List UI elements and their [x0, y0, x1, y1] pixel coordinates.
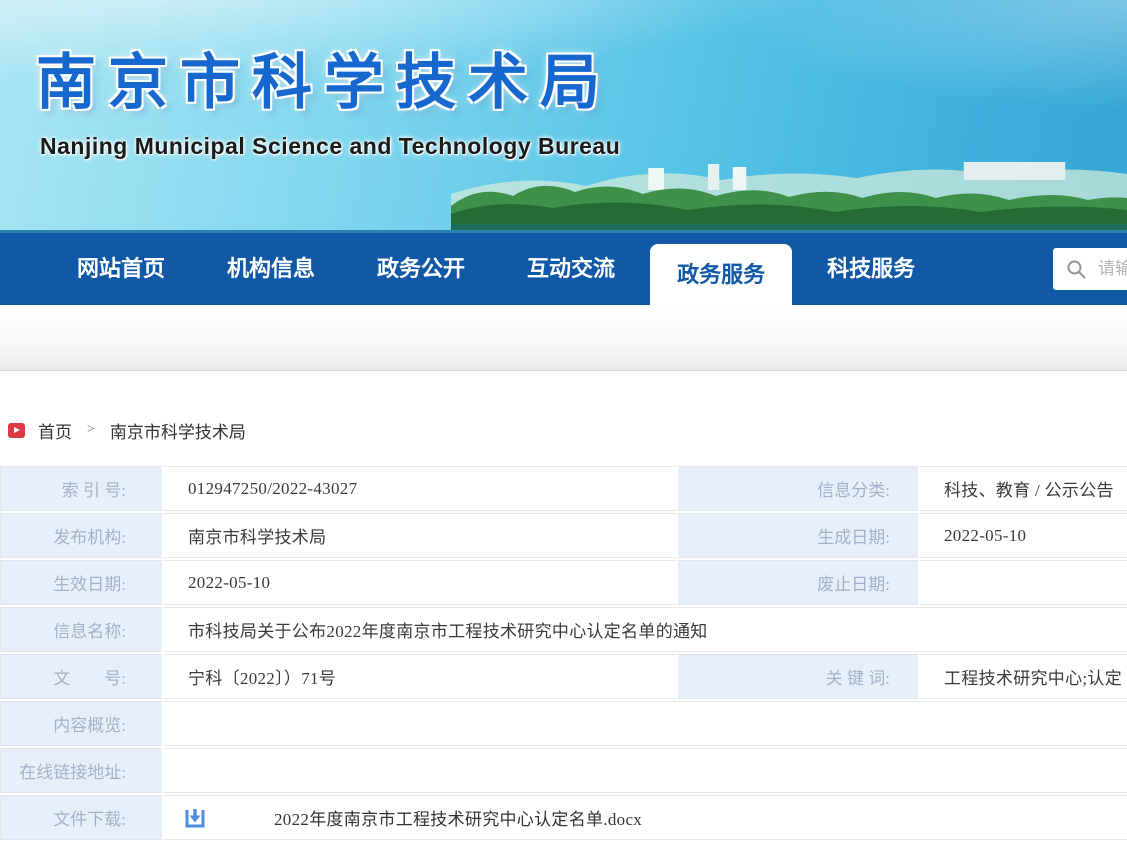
keywords-label: 关 键 词: — [678, 654, 918, 699]
publisher-value: 南京市科学技术局 — [164, 513, 676, 558]
table-row: 索 引 号: 012947250/2022-43027 信息分类: 科技、教育 … — [0, 466, 1127, 511]
nav-tab-tech-service[interactable]: 科技服务 — [800, 233, 942, 305]
main-nav: 网站首页 机构信息 政务公开 互动交流 政务服务 科技服务 — [0, 233, 1127, 305]
nav-tab-org-info[interactable]: 机构信息 — [200, 233, 342, 305]
index-no-label: 索 引 号: — [0, 466, 162, 511]
effective-value: 2022-05-10 — [164, 560, 676, 605]
doc-no-value: 宁科〔2022〕）71号 — [164, 654, 676, 699]
breadcrumb-icon — [8, 423, 25, 438]
table-row: 内容概览: — [0, 701, 1127, 746]
abolished-label: 废止日期: — [678, 560, 918, 605]
table-row: 文 号: 宁科〔2022〕）71号 关 键 词: 工程技术研究中心;认定 — [0, 654, 1127, 699]
table-row: 生效日期: 2022-05-10 废止日期: — [0, 560, 1127, 605]
nav-tab-gov-open[interactable]: 政务公开 — [350, 233, 492, 305]
nav-tab-site-home[interactable]: 网站首页 — [50, 233, 192, 305]
table-row: 文件下载: 2022年度南京市工程技术研究中心认定名单.docx — [0, 795, 1127, 840]
breadcrumb-current: 南京市科学技术局 — [110, 418, 246, 443]
download-icon — [184, 807, 206, 829]
abolished-value — [920, 560, 1127, 605]
site-title-en: Nanjing Municipal Science and Technology… — [40, 133, 620, 160]
file-download-link[interactable]: 2022年度南京市工程技术研究中心认定名单.docx — [164, 805, 1127, 830]
table-row: 在线链接地址: — [0, 748, 1127, 793]
download-label: 文件下载: — [0, 795, 162, 840]
search-box[interactable] — [1053, 248, 1127, 290]
subnav-strip — [0, 305, 1127, 371]
site-banner: 南京市科学技术局 Nanjing Municipal Science and T… — [0, 0, 1127, 233]
index-no-value: 012947250/2022-43027 — [164, 466, 676, 511]
breadcrumb-home[interactable]: 首页 — [38, 418, 72, 443]
overview-label: 内容概览: — [0, 701, 162, 746]
breadcrumb: 首页 > 南京市科学技术局 — [8, 419, 1127, 441]
search-input[interactable] — [1098, 259, 1127, 279]
category-value: 科技、教育 / 公示公告 — [920, 466, 1127, 511]
publisher-label: 发布机构: — [0, 513, 162, 558]
table-row: 信息名称: 市科技局关于公布2022年度南京市工程技术研究中心认定名单的通知 — [0, 607, 1127, 652]
doc-no-label: 文 号: — [0, 654, 162, 699]
table-row: 发布机构: 南京市科学技术局 生成日期: 2022-05-10 — [0, 513, 1127, 558]
title-value: 市科技局关于公布2022年度南京市工程技术研究中心认定名单的通知 — [164, 607, 1127, 652]
nav-tab-interaction[interactable]: 互动交流 — [500, 233, 642, 305]
link-value — [164, 748, 1127, 793]
category-label: 信息分类: — [678, 466, 918, 511]
link-label: 在线链接地址: — [0, 748, 162, 793]
keywords-value: 工程技术研究中心;认定 — [920, 654, 1127, 699]
breadcrumb-separator: > — [87, 422, 95, 438]
info-table: 索 引 号: 012947250/2022-43027 信息分类: 科技、教育 … — [0, 464, 1127, 842]
site-title-cn: 南京市科学技术局 — [36, 34, 612, 121]
nav-tab-gov-service[interactable]: 政务服务 — [650, 244, 792, 305]
created-value: 2022-05-10 — [920, 513, 1127, 558]
title-label: 信息名称: — [0, 607, 162, 652]
download-file-name: 2022年度南京市工程技术研究中心认定名单.docx — [274, 805, 642, 830]
page: 南京市科学技术局 Nanjing Municipal Science and T… — [0, 0, 1127, 845]
created-label: 生成日期: — [678, 513, 918, 558]
overview-value — [164, 701, 1127, 746]
effective-label: 生效日期: — [0, 560, 162, 605]
search-icon — [1066, 259, 1086, 279]
